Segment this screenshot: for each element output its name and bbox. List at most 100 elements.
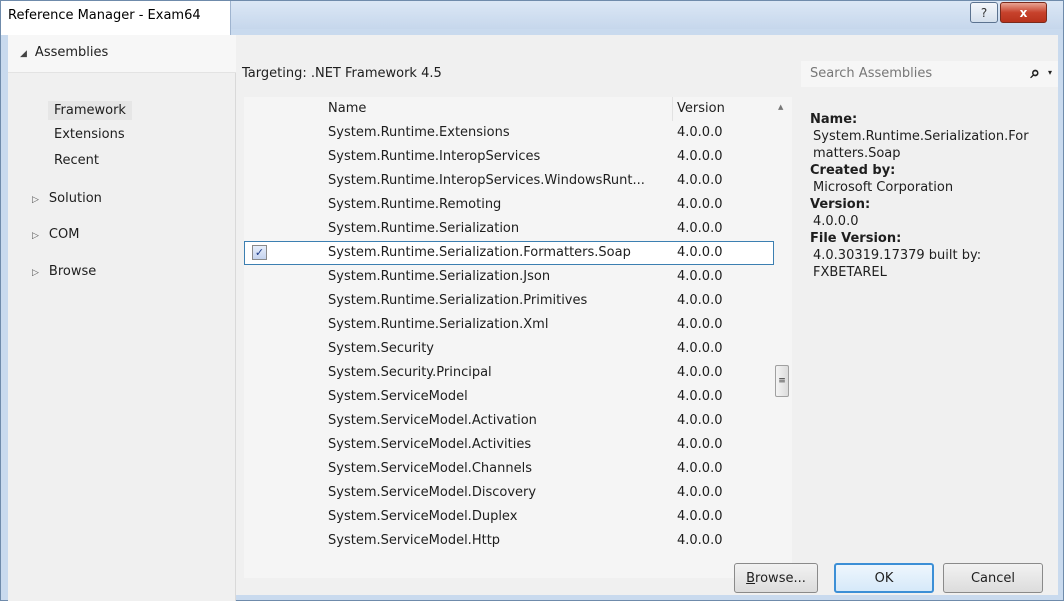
dialog-client-area: ◢ Assemblies Framework Extensions Recent … [8,35,1058,601]
assembly-version: 4.0.0.0 [677,293,723,308]
assembly-name: System.ServiceModel.Duplex [328,509,518,524]
nav-browse-label: Browse [48,264,97,279]
nav-item-recent[interactable]: Recent [54,153,99,168]
table-row[interactable]: System.ServiceModel.Activities 4.0.0.0 [244,433,774,457]
detail-name-value: System.Runtime.Serialization.For [813,129,1029,144]
detail-name-value-cont: matters.Soap [813,146,901,161]
help-icon: ? [980,5,988,20]
browse-label: rowse... [755,570,806,586]
assembly-name: System.ServiceModel.Activation [328,413,537,428]
search-dropdown-icon[interactable]: ▾ [1048,68,1052,77]
grid-header: Name Version [244,97,774,121]
nav-solution[interactable]: ▷ Solution [32,191,102,206]
assembly-version: 4.0.0.0 [677,413,723,428]
browse-button[interactable]: Browse... [734,563,818,593]
nav-com[interactable]: ▷ COM [32,227,79,242]
assembly-name: System.Security.Principal [328,365,492,380]
browse-mnemonic: B [746,570,756,586]
assembly-name: System.Runtime.Serialization.Xml [328,317,549,332]
assembly-version: 4.0.0.0 [677,221,723,236]
table-row[interactable]: System.ServiceModel 4.0.0.0 [244,385,774,409]
table-row[interactable]: System.Runtime.Remoting 4.0.0.0 [244,193,774,217]
assembly-version: 4.0.0.0 [677,269,723,284]
details-pane: Name: System.Runtime.Serialization.For m… [810,111,1058,281]
detail-version-label: Version: [810,197,871,212]
assembly-name: System.ServiceModel.Discovery [328,485,537,500]
collapsed-arrow-icon: ▷ [32,195,39,205]
nav-com-label: COM [48,227,80,242]
detail-file-version-value: 4.0.30319.17379 built by: [813,248,982,263]
assembly-version: 4.0.0.0 [677,437,723,452]
table-row[interactable]: System.Runtime.InteropServices.WindowsRu… [244,169,774,193]
assembly-version: 4.0.0.0 [677,509,723,524]
nav-assemblies[interactable]: ◢ Assemblies [8,35,236,73]
assembly-name: System.Runtime.InteropServices [328,149,541,164]
detail-name-label: Name: [810,112,858,127]
table-row[interactable]: System.ServiceModel.Activation 4.0.0.0 [244,409,774,433]
assembly-name: System.Runtime.Extensions [328,125,510,140]
assembly-name: System.Runtime.Serialization.Primitives [328,293,588,308]
close-button[interactable]: x [1000,2,1047,23]
ok-button[interactable]: OK [834,563,934,593]
detail-file-version-value-cont: FXBETAREL [813,265,887,280]
reference-checkbox[interactable]: ✓ [252,245,267,260]
scroll-up-icon[interactable]: ▲ [778,103,783,111]
assembly-name: System.ServiceModel.Http [328,533,501,548]
assembly-name: System.Runtime.InteropServices.WindowsRu… [328,173,645,188]
table-row[interactable]: System.Runtime.Serialization 4.0.0.0 [244,217,774,241]
column-header-name[interactable]: Name [328,101,366,116]
assembly-name: System.Runtime.Serialization.Formatters.… [328,245,631,260]
assembly-version: 4.0.0.0 [677,245,723,260]
assembly-name: System.Runtime.Serialization [328,221,520,236]
assembly-name: System.ServiceModel [328,389,468,404]
assembly-name: System.ServiceModel.Channels [328,461,532,476]
nav-assemblies-label: Assemblies [34,45,109,60]
table-row[interactable]: System.Runtime.Serialization.Xml 4.0.0.0 [244,313,774,337]
grid-scrollbar[interactable]: ▲ ≡ ▼ [774,97,792,578]
table-row[interactable]: System.Security.Principal 4.0.0.0 [244,361,774,385]
assembly-name: System.Runtime.Serialization.Json [328,269,551,284]
expanded-arrow-icon: ◢ [20,49,27,59]
search-icon[interactable]: ⌕ [1030,63,1040,83]
cancel-button[interactable]: Cancel [943,563,1043,593]
help-button[interactable]: ? [970,2,998,23]
table-row[interactable]: System.ServiceModel.Channels 4.0.0.0 [244,457,774,481]
table-row[interactable]: System.Runtime.InteropServices 4.0.0.0 [244,145,774,169]
assembly-name: System.Security [328,341,434,356]
assembly-version: 4.0.0.0 [677,533,723,548]
search-placeholder: Search Assemblies [810,66,933,81]
table-row[interactable]: System.Security 4.0.0.0 [244,337,774,361]
assembly-version: 4.0.0.0 [677,173,723,188]
column-divider[interactable] [672,97,673,121]
detail-file-version-label: File Version: [810,231,902,246]
table-row[interactable]: System.ServiceModel.Duplex 4.0.0.0 [244,505,774,529]
assembly-version: 4.0.0.0 [677,341,723,356]
assembly-version: 4.0.0.0 [677,197,723,212]
table-row[interactable]: System.Runtime.Serialization.Json 4.0.0.0 [244,265,774,289]
table-row[interactable]: System.ServiceModel.Discovery 4.0.0.0 [244,481,774,505]
reference-manager-window: Reference Manager - Exam64 ? x ◢ Assembli… [0,0,1064,601]
assembly-version: 4.0.0.0 [677,485,723,500]
search-input[interactable]: Search Assemblies ⌕ ▾ [801,61,1058,87]
assembly-name: System.ServiceModel.Activities [328,437,532,452]
nav-item-extensions[interactable]: Extensions [54,127,125,142]
close-icon: x [1019,5,1028,20]
assembly-version: 4.0.0.0 [677,461,723,476]
table-row[interactable]: System.Runtime.Serialization.Primitives 4… [244,289,774,313]
table-row[interactable]: ✓ System.Runtime.Serialization.Formatters… [244,241,774,265]
assembly-version: 4.0.0.0 [677,365,723,380]
nav-browse[interactable]: ▷ Browse [32,264,96,279]
nav-solution-label: Solution [48,191,102,206]
collapsed-arrow-icon: ▷ [32,231,39,241]
table-row[interactable]: System.ServiceModel.Http 4.0.0.0 [244,529,774,553]
scroll-thumb[interactable]: ≡ [775,365,789,397]
table-row[interactable]: System.Runtime.Extensions 4.0.0.0 [244,121,774,145]
detail-created-value: Microsoft Corporation [813,180,954,195]
column-header-version[interactable]: Version [677,101,725,116]
assembly-version: 4.0.0.0 [677,125,723,140]
assembly-name: System.Runtime.Remoting [328,197,502,212]
assembly-version: 4.0.0.0 [677,149,723,164]
collapsed-arrow-icon: ▷ [32,268,39,278]
assembly-version: 4.0.0.0 [677,389,723,404]
nav-item-framework[interactable]: Framework [48,101,132,120]
